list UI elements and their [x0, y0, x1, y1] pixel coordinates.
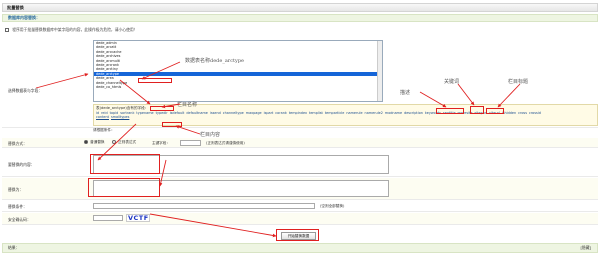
- field-link[interactable]: id: [96, 111, 99, 115]
- where-label: 替换条件：: [8, 204, 27, 209]
- mode-regex-label: 正则表达式: [118, 140, 137, 144]
- annotation-table-name: 数据表名称dede_arctype: [185, 58, 244, 64]
- field-link[interactable]: isdefault: [170, 111, 185, 115]
- highlight-submit: [276, 229, 319, 241]
- field-link[interactable]: corank: [275, 111, 287, 115]
- highlight-find: [90, 154, 160, 174]
- captcha-image[interactable]: VCTF: [126, 214, 150, 222]
- field-link[interactable]: issend: [210, 111, 221, 115]
- field-link[interactable]: templist: [309, 111, 323, 115]
- highlight-arctype: [138, 78, 172, 83]
- page-title: 批量替换: [7, 5, 24, 10]
- warning-text: 程序用于批量替换数据库中某字段的内容，此操作极为危险，请小心使用！: [12, 27, 138, 32]
- highlight-keywords: [470, 106, 484, 114]
- regex-hint: (正则表达式请谨慎使用): [206, 141, 245, 145]
- fields-line: id reid topid sortrank typename typedir isdefa…: [96, 111, 595, 116]
- find-label: 要替换的内容：: [8, 162, 35, 167]
- annotation-field-name: 栏目名称: [177, 102, 198, 108]
- field-link[interactable]: namerule2: [365, 111, 383, 115]
- table-listbox[interactable]: dede_admin dede_arcatt dede_arccache dede_a…: [93, 40, 383, 102]
- section-title: 数据库内容替换：: [8, 15, 40, 20]
- field-link[interactable]: maxpage: [246, 111, 262, 115]
- fields-line: content smalltypes: [96, 115, 595, 120]
- where-input[interactable]: [93, 203, 315, 209]
- mode-option-normal[interactable]: 普通替换: [84, 140, 105, 145]
- page-title-bar: 批量替换: [2, 3, 598, 12]
- field-link[interactable]: tempindex: [289, 111, 307, 115]
- warning-note: 程序用于批量替换数据库中某字段的内容，此操作极为危险，请小心使用！: [5, 26, 595, 33]
- replace-mode-row: 替换方式： 普通替换 正则表达式 主键字段： (正则表达式请谨慎使用): [2, 138, 598, 148]
- mode-option-regex[interactable]: 正则表达式: [112, 140, 136, 145]
- captcha-input[interactable]: [93, 215, 123, 221]
- hide-link[interactable]: [隐藏]: [580, 244, 591, 252]
- field-link[interactable]: typename: [136, 111, 153, 115]
- field-link[interactable]: crossid: [529, 111, 541, 115]
- field-link[interactable]: modname: [385, 111, 402, 115]
- annotation-content: 栏目内容: [200, 132, 221, 138]
- annotation-seo: 栏目标题: [508, 79, 529, 85]
- table-option[interactable]: dede_co_htmls: [94, 85, 382, 89]
- radio-regex[interactable]: [112, 140, 116, 144]
- field-link[interactable]: reid: [101, 111, 108, 115]
- field-link[interactable]: description: [404, 111, 423, 115]
- captcha-row: 安全确认码：: [2, 213, 598, 225]
- replace-mode-label: 替换方式：: [8, 141, 27, 146]
- table-select-label: 选择数据表与字段：: [8, 88, 43, 93]
- captcha-label: 安全确认码：: [8, 217, 31, 222]
- section-header: 数据库内容替换：: [2, 14, 598, 22]
- key-field-label: 主键字段：: [152, 141, 170, 145]
- field-link[interactable]: smalltypes: [111, 115, 129, 119]
- highlight-description: [436, 108, 464, 114]
- field-link[interactable]: ispart: [264, 111, 274, 115]
- highlight-content: [162, 122, 182, 127]
- listbox-scrollbar[interactable]: [377, 41, 382, 101]
- replace-label: 替换为：: [8, 187, 24, 192]
- condition-label: 请根据条件：: [93, 128, 115, 132]
- info-icon: [5, 28, 9, 32]
- result-bar: 结果： [隐藏]: [2, 243, 598, 253]
- radio-normal[interactable]: [84, 140, 88, 144]
- field-link[interactable]: typedir: [156, 111, 168, 115]
- field-link[interactable]: temparticle: [325, 111, 345, 115]
- field-link[interactable]: sortrank: [120, 111, 134, 115]
- annotation-keyword: 关键词: [444, 79, 460, 85]
- batch-replace-page: 批量替换 数据库内容替换： 程序用于批量替换数据库中某字段的内容，此操作极为危险…: [0, 0, 600, 256]
- annotation-desc: 描述: [400, 90, 411, 96]
- key-field-input[interactable]: [180, 140, 201, 146]
- field-link[interactable]: defaultname: [186, 111, 208, 115]
- where-hint: (空则全部替换): [320, 204, 345, 208]
- highlight-replace: [88, 178, 160, 197]
- highlight-seotitle: [486, 108, 504, 114]
- result-label: 结果：: [8, 245, 20, 250]
- field-link[interactable]: cross: [518, 111, 527, 115]
- field-link[interactable]: content: [96, 115, 109, 119]
- mode-normal-label: 普通替换: [90, 140, 105, 144]
- field-link[interactable]: namerule: [346, 111, 362, 115]
- highlight-typename: [150, 106, 174, 111]
- field-link[interactable]: topid: [110, 111, 119, 115]
- field-link[interactable]: channeltype: [223, 111, 244, 115]
